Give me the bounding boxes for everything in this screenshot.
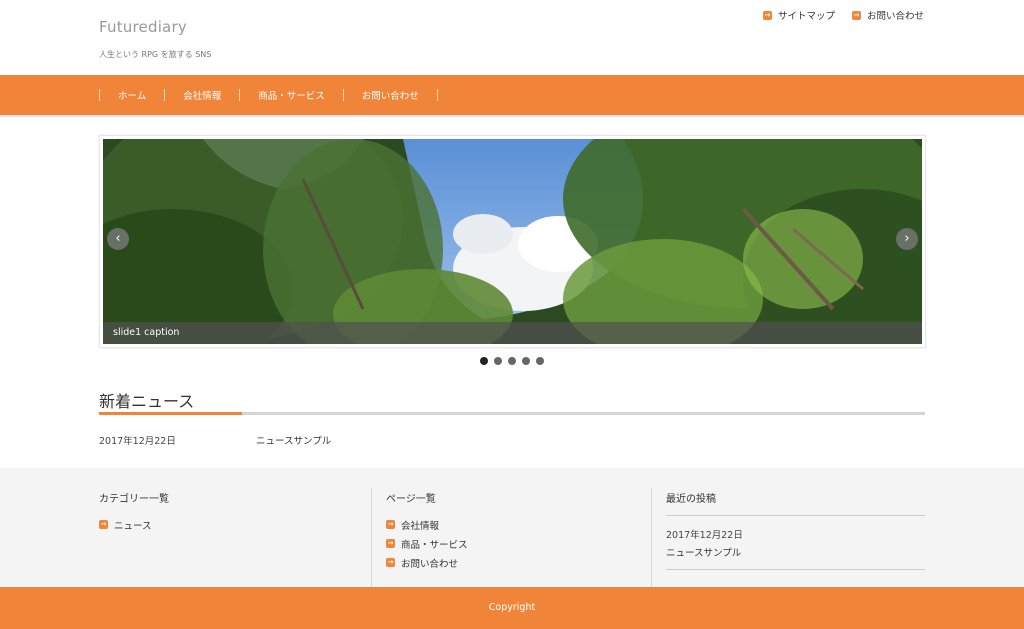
pages-heading: ページ一覧 — [386, 494, 436, 505]
footer-column-divider — [651, 488, 652, 587]
arrow-right-icon: → — [99, 520, 108, 529]
nav-item-company[interactable]: 会社情報 — [165, 88, 239, 102]
recent-post-link[interactable]: ニュースサンプル — [666, 545, 741, 559]
page-item-company[interactable]: → 会社情報 — [386, 515, 468, 534]
category-heading: カテゴリー一覧 — [99, 494, 169, 505]
chevron-left-icon: ‹ — [115, 231, 121, 246]
arrow-right-icon: → — [386, 558, 395, 567]
footer-recent-widget: 最近の投稿 2017年12月22日 ニュースサンプル — [666, 468, 925, 587]
slide-image[interactable]: slide1 caption — [103, 139, 922, 344]
slider-dot-4[interactable] — [522, 357, 530, 365]
footer-column-divider — [371, 488, 372, 587]
news-heading: 新着ニュース — [99, 392, 195, 411]
site-title[interactable]: Futurediary — [99, 18, 187, 36]
page-item-label: 商品・サービス — [401, 539, 468, 551]
sitemap-link[interactable]: → サイトマップ — [762, 8, 835, 22]
nav-divider — [436, 89, 438, 101]
footer-category-widget: カテゴリー一覧 → ニュース — [99, 468, 371, 587]
nav-item-contact[interactable]: お問い合わせ — [344, 88, 437, 102]
slider-pagination — [480, 357, 544, 365]
footer-widgets: カテゴリー一覧 → ニュース ページ一覧 → 会社情報 → 商品・サービス → … — [0, 468, 1024, 587]
recent-divider — [666, 569, 925, 570]
category-item-news[interactable]: → ニュース — [99, 515, 152, 534]
slider-prev-button[interactable]: ‹ — [107, 228, 129, 250]
footer-pages-widget: ページ一覧 → 会社情報 → 商品・サービス → お問い合わせ — [386, 468, 650, 587]
nav-item-home[interactable]: ホーム — [100, 88, 164, 102]
slider-dot-5[interactable] — [536, 357, 544, 365]
recent-divider — [666, 515, 925, 516]
contact-link[interactable]: → お問い合わせ — [851, 8, 924, 22]
copyright-text: Copyright — [488, 602, 536, 613]
site-description: 人生という RPG を旅する SNS — [99, 50, 212, 59]
slider-dot-1[interactable] — [480, 357, 488, 365]
image-slider: slide1 caption ‹ › — [99, 135, 926, 348]
recent-heading: 最近の投稿 — [666, 494, 716, 505]
page: Futurediary 人生という RPG を旅する SNS → サイトマップ … — [0, 0, 1024, 629]
contact-link-label: お問い合わせ — [866, 11, 924, 22]
slider-dot-3[interactable] — [508, 357, 516, 365]
forest-canopy-image — [103, 139, 922, 344]
copyright-bar: Copyright — [0, 587, 1024, 629]
category-item-label: ニュース — [114, 520, 152, 532]
arrow-right-icon: → — [386, 539, 395, 548]
chevron-right-icon: › — [904, 231, 910, 246]
arrow-right-icon: → — [851, 10, 861, 20]
arrow-right-icon: → — [762, 10, 772, 20]
news-item-link[interactable]: ニュースサンプル — [256, 433, 331, 447]
slider-dot-2[interactable] — [494, 357, 502, 365]
sitemap-link-label: サイトマップ — [777, 11, 835, 22]
arrow-right-icon: → — [386, 520, 395, 529]
news-heading-rule — [99, 412, 925, 415]
news-date: 2017年12月22日 — [99, 436, 176, 447]
slider-next-button[interactable]: › — [896, 228, 918, 250]
news-heading-accent — [99, 412, 242, 415]
recent-date: 2017年12月22日 — [666, 530, 743, 541]
page-item-products[interactable]: → 商品・サービス — [386, 534, 468, 553]
slide-caption: slide1 caption — [103, 322, 922, 344]
utility-nav: → サイトマップ → お問い合わせ — [762, 8, 924, 22]
global-nav: ホーム 会社情報 商品・サービス お問い合わせ — [0, 75, 1024, 117]
page-item-label: お問い合わせ — [401, 558, 459, 570]
page-item-contact[interactable]: → お問い合わせ — [386, 553, 468, 572]
page-item-label: 会社情報 — [401, 520, 440, 532]
nav-item-products[interactable]: 商品・サービス — [240, 88, 343, 102]
